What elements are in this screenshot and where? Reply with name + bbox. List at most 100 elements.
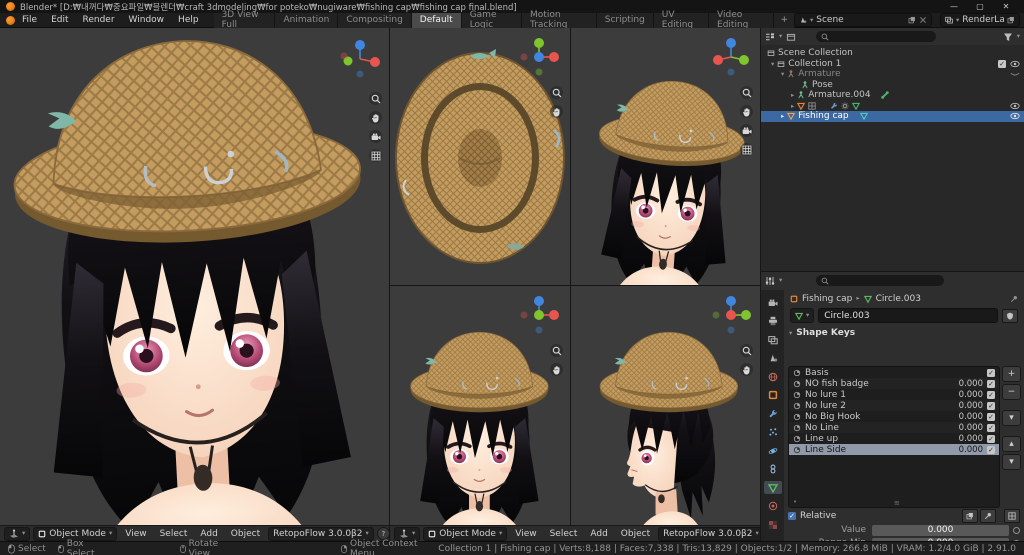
shapekey-enable-checkbox[interactable]: ✓ — [987, 423, 995, 432]
outliner-row-collection-1[interactable]: ▾ Collection 1 ✓ — [761, 59, 1024, 70]
tab-uv-editing[interactable]: UV Editing — [653, 10, 710, 30]
tab-compositing[interactable]: Compositing — [338, 12, 412, 28]
eye-closed-icon[interactable] — [1010, 69, 1020, 79]
eye-icon[interactable] — [1010, 111, 1020, 121]
properties-search[interactable] — [816, 274, 945, 287]
menu-add[interactable]: Add — [195, 529, 222, 539]
display-mode-icon[interactable] — [786, 32, 796, 42]
expand-icon[interactable]: ▾ — [781, 71, 784, 78]
tab-animation[interactable]: Animation — [275, 12, 339, 28]
tab-object-data-properties[interactable] — [763, 481, 782, 494]
expand-icon[interactable]: ▸ — [791, 102, 794, 110]
data-name-field[interactable]: Circle.003 — [818, 308, 998, 323]
viewport-side[interactable] — [571, 286, 760, 525]
menu-select[interactable]: Select — [545, 529, 583, 539]
data-id-dropdown[interactable]: ▾ — [790, 308, 815, 323]
shapekey-enable-checkbox[interactable]: ✓ — [987, 379, 995, 388]
navigation-gizmo[interactable] — [516, 292, 562, 338]
properties-editor-icon[interactable] — [765, 276, 775, 286]
tab-particle-properties[interactable] — [764, 426, 782, 439]
menu-object[interactable]: Object — [616, 529, 655, 539]
shape-key-row[interactable]: No Big Hook 0.000 ✓ — [789, 411, 999, 422]
zoom-tool-icon[interactable] — [740, 86, 753, 99]
menu-view[interactable]: View — [510, 529, 541, 539]
menu-render[interactable]: Render — [76, 15, 122, 25]
list-resize-grip[interactable]: ≡ — [894, 499, 900, 507]
minimize-button[interactable]: — — [942, 1, 966, 13]
add-workspace-button[interactable]: + — [774, 12, 794, 28]
menu-edit[interactable]: Edit — [44, 15, 75, 25]
menu-help[interactable]: Help — [171, 15, 206, 25]
ortho-toggle-icon[interactable] — [369, 149, 382, 162]
zoom-tool-icon[interactable] — [369, 92, 382, 105]
navigation-gizmo[interactable] — [708, 34, 754, 80]
filter-icon[interactable] — [1003, 32, 1013, 42]
eye-icon[interactable] — [1010, 59, 1020, 69]
shapekey-pin-icon[interactable] — [980, 509, 996, 523]
animate-dot-icon[interactable] — [1013, 526, 1020, 534]
ortho-toggle-icon[interactable] — [740, 143, 753, 156]
tab-world-properties[interactable] — [764, 370, 782, 383]
shape-key-row[interactable]: No Line 0.000 ✓ — [789, 422, 999, 433]
outliner-row-armature-004[interactable]: ▸ Armature.004 — [761, 90, 1024, 101]
tab-material-properties[interactable] — [764, 500, 782, 513]
render-layer-selector[interactable]: ▾ RenderLayer — [940, 13, 1020, 27]
camera-view-icon[interactable] — [369, 130, 382, 143]
add-shapekey-button[interactable]: + — [1002, 366, 1021, 382]
tab-physics-properties[interactable] — [764, 444, 782, 457]
zoom-tool-icon[interactable] — [550, 344, 563, 357]
viewport-top[interactable] — [390, 28, 570, 285]
tab-modifier-properties[interactable] — [764, 407, 782, 420]
tab-scripting[interactable]: Scripting — [596, 12, 654, 28]
shape-key-row[interactable]: No lure 2 0.000 ✓ — [789, 400, 999, 411]
outliner-row-fishing-cap[interactable]: ▸ Fishing cap — [761, 111, 1024, 122]
outliner-search[interactable] — [816, 30, 937, 43]
shapekey-enable-checkbox[interactable]: ✓ — [987, 412, 995, 421]
tab-scene-properties[interactable] — [764, 352, 782, 365]
outliner-editor-icon[interactable] — [765, 32, 775, 42]
move-up-button[interactable]: ▴ — [1002, 436, 1021, 452]
zoom-tool-icon[interactable] — [550, 86, 563, 99]
shape-key-row[interactable]: No lure 1 0.000 ✓ — [789, 389, 999, 400]
remove-shapekey-button[interactable]: − — [1002, 384, 1021, 400]
pan-tool-icon[interactable] — [740, 105, 753, 118]
menu-file[interactable]: File — [15, 15, 44, 25]
blender-menu-icon[interactable] — [6, 15, 15, 25]
value-slider[interactable]: 0.000 — [872, 524, 1009, 536]
outliner-row-mesh-object[interactable]: ▸ — [761, 101, 1024, 112]
viewport-main-user[interactable] — [0, 28, 389, 525]
expand-icon[interactable]: ▸ — [781, 113, 784, 120]
shapekey-enable-checkbox[interactable]: ✓ — [987, 434, 995, 443]
navigation-gizmo[interactable] — [337, 36, 383, 82]
pan-tool-icon[interactable] — [550, 363, 563, 376]
tab-texture-properties[interactable] — [764, 518, 782, 531]
close-button[interactable]: ✕ — [994, 1, 1018, 13]
menu-add[interactable]: Add — [585, 529, 612, 539]
camera-view-icon[interactable] — [740, 124, 753, 137]
shapekey-more-icon[interactable] — [1004, 509, 1020, 523]
relative-checkbox[interactable]: ✓ — [788, 512, 796, 520]
expand-icon[interactable]: ▸ — [791, 92, 794, 99]
tab-default[interactable]: Default — [411, 12, 462, 28]
tab-render-properties[interactable] — [764, 296, 782, 309]
outliner-row-armature[interactable]: ▾ Armature — [761, 69, 1024, 80]
pan-tool-icon[interactable] — [550, 105, 563, 118]
shape-key-row[interactable]: Line up 0.000 ✓ — [789, 433, 999, 444]
move-down-button[interactable]: ▾ — [1002, 454, 1021, 470]
shape-key-row[interactable]: NO fish badge 0.000 ✓ — [789, 378, 999, 389]
tab-object-properties[interactable] — [764, 389, 782, 402]
shape-keys-section-header[interactable]: ▾ Shape Keys — [784, 326, 1024, 340]
retopoflow-menu[interactable]: RetopoFlow 3.0.0β2 ▾ — [658, 526, 760, 541]
exclude-checkbox[interactable]: ✓ — [998, 59, 1006, 68]
shapekey-specials-button[interactable]: ▾ — [1002, 410, 1021, 426]
tab-3d-view-full[interactable]: 3D View Full — [213, 10, 276, 30]
tab-view-layer-properties[interactable] — [764, 333, 782, 346]
navigation-gizmo[interactable] — [708, 292, 754, 338]
pan-tool-icon[interactable] — [740, 363, 753, 376]
shape-key-row-selected[interactable]: Line Side 0.000 ✓ — [789, 444, 999, 455]
viewport-front[interactable] — [390, 286, 570, 525]
pin-icon[interactable] — [1010, 295, 1018, 303]
shapekey-enable-checkbox[interactable]: ✓ — [987, 401, 995, 410]
navigation-gizmo[interactable] — [516, 34, 562, 80]
tab-constraint-properties[interactable] — [764, 463, 782, 476]
